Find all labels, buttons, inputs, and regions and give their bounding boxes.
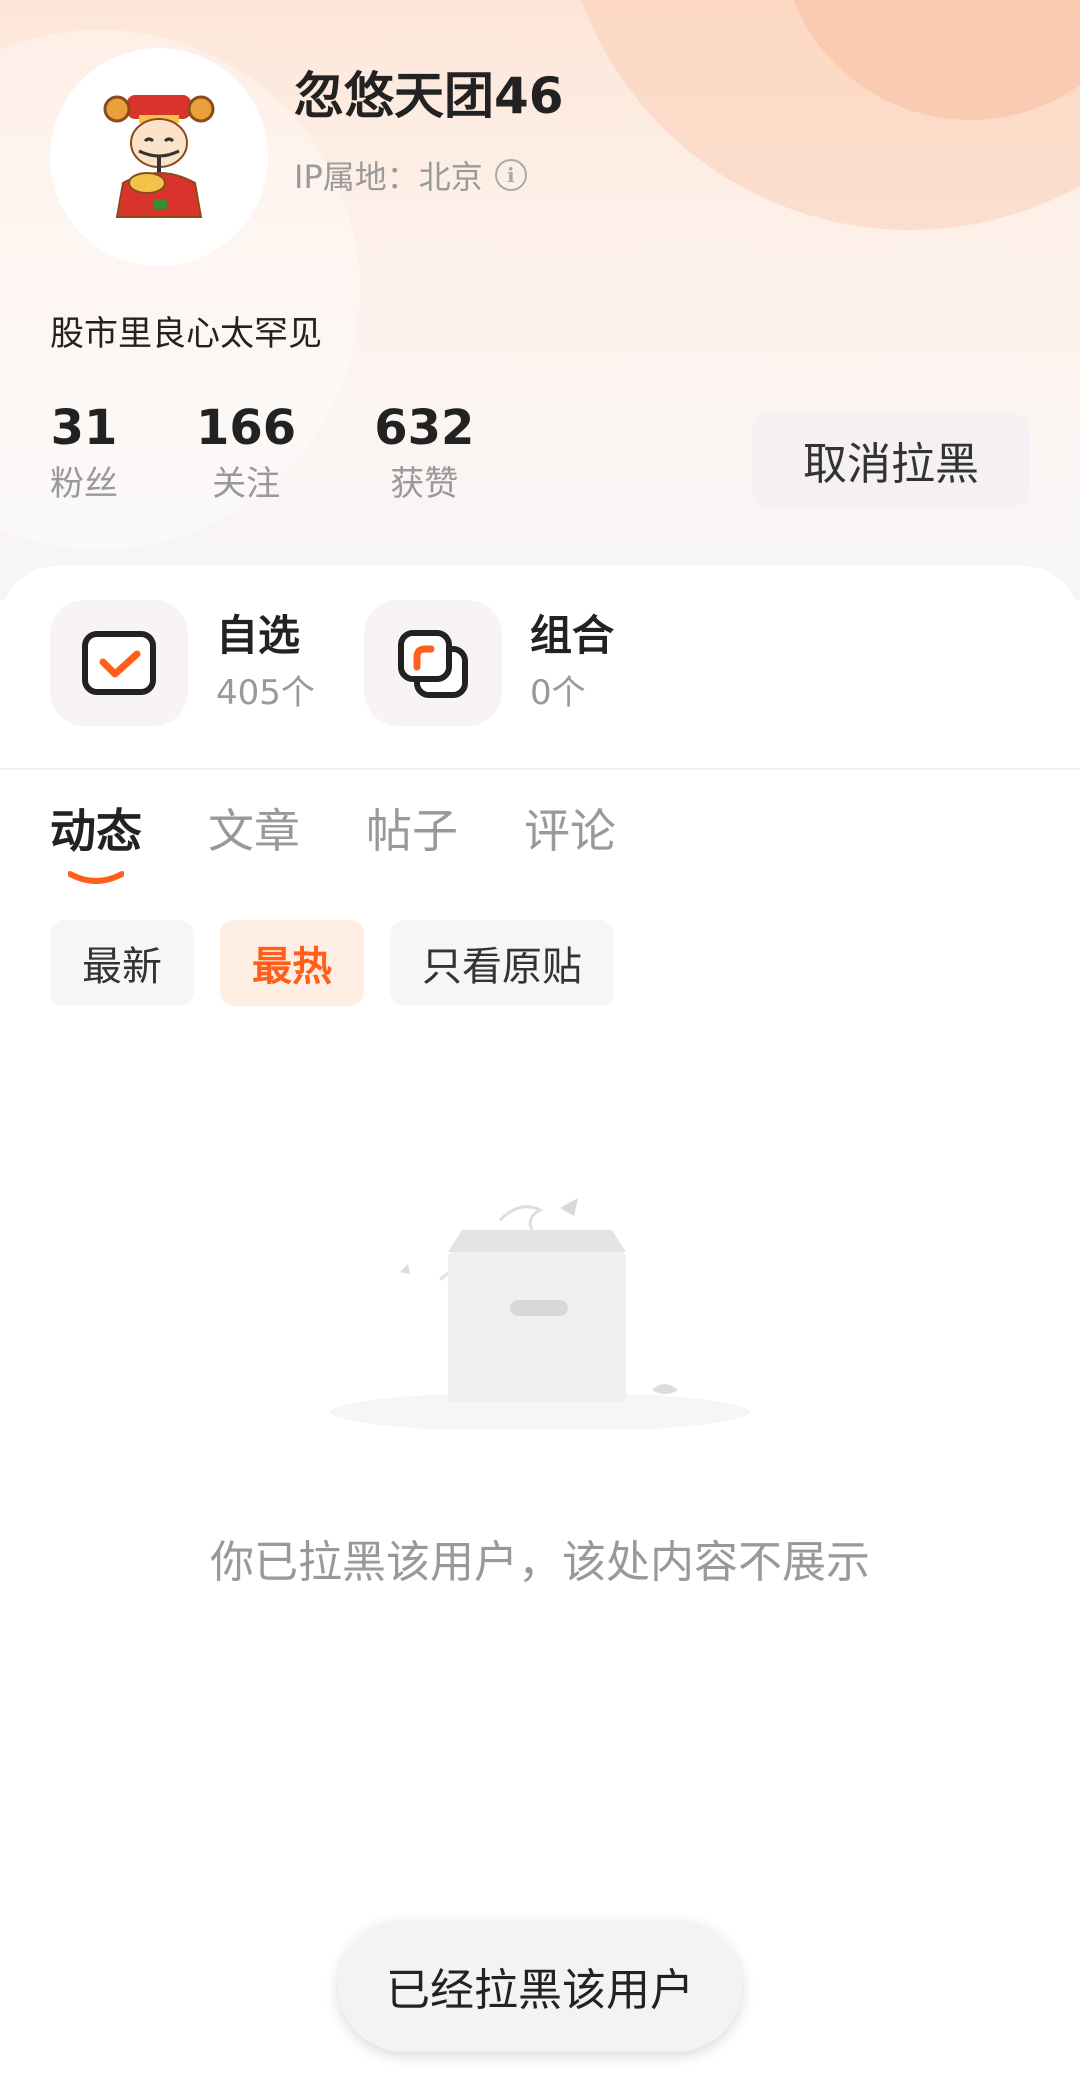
- god-of-wealth-avatar-icon: [103, 95, 215, 218]
- info-icon[interactable]: i: [494, 159, 527, 191]
- stat-label: 粉丝: [50, 464, 118, 504]
- ip-location-label: IP属地：北京: [294, 158, 483, 196]
- tab-activity[interactable]: 动态: [50, 800, 142, 884]
- stat-following[interactable]: 166 关注: [196, 400, 296, 508]
- shortcut-watchlist[interactable]: 自选 405个: [50, 600, 315, 726]
- tab-label: 帖子: [366, 804, 458, 858]
- stats-row: 31 粉丝 166 关注 632 获赞: [50, 400, 552, 508]
- username: 忽悠天团46: [294, 67, 564, 125]
- shortcut-title: 自选: [216, 611, 301, 660]
- tab-label: 评论: [524, 804, 616, 858]
- empty-box-icon: [330, 1198, 750, 1430]
- filter-original-only[interactable]: 只看原贴: [390, 920, 614, 1006]
- divider: [0, 768, 1080, 770]
- stat-value: 632: [374, 400, 475, 456]
- tab-label: 文章: [208, 804, 300, 858]
- empty-state-message: 你已拉黑该用户，该处内容不展示: [210, 1537, 870, 1588]
- filter-hottest[interactable]: 最热: [220, 920, 364, 1006]
- portfolio-icon: [398, 630, 468, 698]
- stat-label: 获赞: [390, 464, 459, 504]
- stat-value: 31: [50, 400, 118, 456]
- checkbox-icon: [82, 631, 156, 695]
- shortcut-count: 405个: [216, 673, 315, 713]
- content-tabs: 动态 文章 帖子 评论: [50, 800, 682, 884]
- filter-latest[interactable]: 最新: [50, 920, 194, 1006]
- tab-articles[interactable]: 文章: [208, 800, 300, 862]
- user-bio: 股市里良心太罕见: [50, 314, 322, 354]
- avatar[interactable]: [50, 48, 268, 266]
- stat-value: 166: [196, 400, 297, 456]
- tab-label: 动态: [50, 804, 142, 858]
- shortcut-count: 0个: [530, 673, 586, 713]
- tab-posts[interactable]: 帖子: [366, 800, 458, 862]
- stat-followers[interactable]: 31 粉丝: [50, 400, 118, 508]
- unblock-button[interactable]: 取消拉黑: [752, 412, 1030, 508]
- stat-label: 关注: [212, 464, 281, 504]
- sort-filters: 最新 最热 只看原贴: [50, 920, 614, 1006]
- tab-comments[interactable]: 评论: [524, 800, 616, 862]
- toast-message: 已经拉黑该用户: [338, 1920, 742, 2052]
- stat-likes[interactable]: 632 获赞: [374, 400, 474, 508]
- tab-active-indicator: [68, 871, 124, 884]
- shortcut-icon-box: [50, 600, 188, 726]
- shortcut-title: 组合: [530, 611, 615, 660]
- ip-location: IP属地：北京 i: [294, 152, 527, 198]
- shortcut-icon-box: [364, 600, 502, 726]
- shortcut-portfolio[interactable]: 组合 0个: [364, 600, 614, 726]
